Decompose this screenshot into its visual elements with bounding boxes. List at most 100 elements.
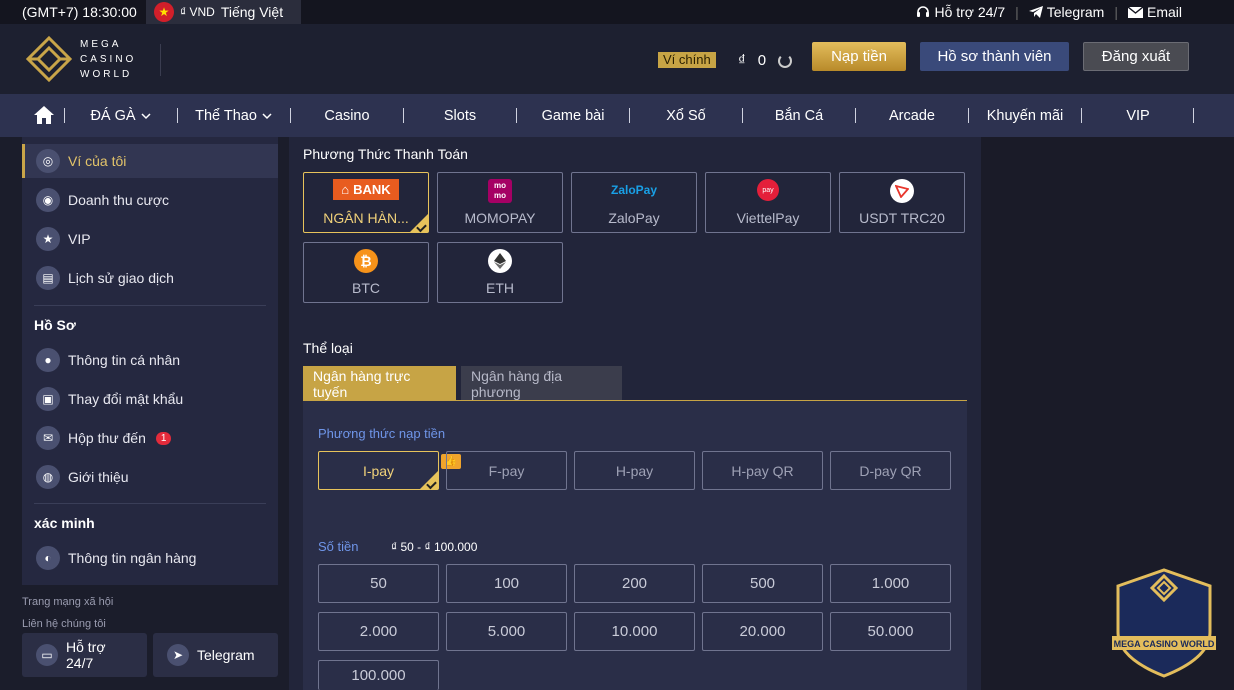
- amount-option[interactable]: 10.000: [574, 612, 695, 651]
- bank-building-icon: ⌂: [341, 182, 350, 197]
- amount-option[interactable]: 50: [318, 564, 439, 603]
- option-d-pay-qr[interactable]: D-pay QR: [830, 451, 951, 490]
- tab-local-banking[interactable]: Ngân hàng địa phương: [461, 366, 622, 401]
- nav-item-khuyen-mai[interactable]: Khuyến mãi: [980, 94, 1070, 137]
- sidebar-item-bank-info[interactable]: ◐ Thông tin ngân hàng: [22, 541, 278, 575]
- amount-option[interactable]: 2.000: [318, 612, 439, 651]
- logo-line: WORLD: [80, 68, 133, 80]
- amount-option[interactable]: 500: [702, 564, 823, 603]
- sidebar-item-vip[interactable]: ★ VIP: [22, 222, 278, 256]
- divider: [855, 108, 856, 123]
- mail-icon: ✉: [36, 426, 60, 450]
- amount-option[interactable]: 200: [574, 564, 695, 603]
- divider: [968, 108, 969, 123]
- main-nav: ĐÁ GÀ Thể Thao Casino Slots Game bài Xổ …: [0, 94, 1234, 137]
- amount-option[interactable]: 20.000: [702, 612, 823, 651]
- sidebar-label: Thông tin ngân hàng: [68, 550, 197, 566]
- main-wallet-tag: Ví chính: [658, 52, 716, 68]
- chat-icon: ▭: [36, 644, 58, 666]
- nav-item-xo-so[interactable]: Xổ Số: [643, 94, 729, 137]
- nav-item-ban-ca[interactable]: Bắn Cá: [756, 94, 842, 137]
- bank-logo: ⌂ BANK: [304, 179, 428, 200]
- support-link[interactable]: Hỗ trợ 24/7: [916, 4, 1005, 20]
- tab-online-banking[interactable]: Ngân hàng trực tuyến: [303, 366, 456, 401]
- option-f-pay[interactable]: F-pay: [446, 451, 567, 490]
- verify-section-title: xác minh: [34, 515, 95, 531]
- amount-option[interactable]: 50.000: [830, 612, 951, 651]
- payment-method-btc[interactable]: ₿ BTC: [303, 242, 429, 303]
- refresh-icon[interactable]: [778, 53, 793, 68]
- option-label: I-pay: [362, 462, 395, 479]
- bitcoin-icon: ₿: [354, 249, 378, 273]
- language-selector[interactable]: ★ ₫ VND Tiếng Việt: [146, 0, 302, 24]
- viettelpay-logo: pay: [706, 179, 830, 201]
- bank-card-icon: ◐: [36, 546, 60, 570]
- payment-method-viettelpay[interactable]: pay ViettelPay: [705, 172, 831, 233]
- divider: [516, 108, 517, 123]
- clock: (GMT+7) 18:30:00: [22, 4, 137, 20]
- nav-label: Thể Thao: [195, 107, 257, 124]
- nav-item-game-bai[interactable]: Game bài: [530, 94, 616, 137]
- nav-item-vip[interactable]: VIP: [1095, 94, 1181, 137]
- nav-item-the-thao[interactable]: Thể Thao: [191, 94, 277, 137]
- payment-method-usdt[interactable]: USDT TRC20: [839, 172, 965, 233]
- sidebar-item-turnover[interactable]: ◉ Doanh thu cược: [22, 183, 278, 217]
- support-button[interactable]: ▭ Hỗ trợ 24/7: [22, 633, 147, 677]
- contact-us-label: Liên hệ chúng tôi: [22, 618, 106, 630]
- sidebar-item-wallet[interactable]: ◎ Ví của tôi: [22, 144, 278, 178]
- option-i-pay[interactable]: I-pay: [318, 451, 439, 490]
- payment-method-label: USDT TRC20: [859, 210, 945, 226]
- momo-icon: mo mo: [488, 179, 512, 203]
- divider: [629, 108, 630, 123]
- divider: |: [1015, 4, 1019, 20]
- zalopay-icon: ZaloPay: [610, 183, 658, 197]
- sidebar-item-inbox[interactable]: ✉ Hộp thư đến 1: [22, 421, 278, 455]
- users-icon: ◍: [36, 465, 60, 489]
- sidebar-item-personal-info[interactable]: ● Thông tin cá nhân: [22, 343, 278, 377]
- amount-option[interactable]: 100.000: [318, 660, 439, 690]
- amount-option[interactable]: 100: [446, 564, 567, 603]
- home-icon[interactable]: [34, 106, 54, 124]
- amount-option[interactable]: 5.000: [446, 612, 567, 651]
- option-h-pay-qr[interactable]: H-pay QR: [702, 451, 823, 490]
- payment-method-label: ZaloPay: [608, 210, 660, 226]
- vietnam-flag-icon: ★: [154, 2, 174, 22]
- divider: [1193, 108, 1194, 123]
- nav-label: ĐÁ GÀ: [90, 107, 136, 124]
- payment-method-eth[interactable]: ETH: [437, 242, 563, 303]
- nav-item-arcade[interactable]: Arcade: [869, 94, 955, 137]
- tron-icon: [890, 179, 914, 203]
- deposit-button[interactable]: Nạp tiền: [812, 42, 906, 71]
- viettelpay-icon: pay: [757, 179, 779, 201]
- sidebar-item-history[interactable]: ▤ Lịch sử giao dịch: [22, 261, 278, 295]
- payment-method-momopay[interactable]: mo mo MOMOPAY: [437, 172, 563, 233]
- ethereum-diamond-icon: [494, 253, 506, 269]
- envelope-icon: [1127, 6, 1143, 18]
- nav-item-slots[interactable]: Slots: [417, 94, 503, 137]
- telegram-link[interactable]: Telegram: [1028, 4, 1104, 20]
- logo[interactable]: MEGA CASINO WORLD: [26, 36, 136, 82]
- option-h-pay[interactable]: H-pay: [574, 451, 695, 490]
- sidebar-item-change-password[interactable]: ▣ Thay đổi mật khẩu: [22, 382, 278, 416]
- logout-button[interactable]: Đăng xuất: [1083, 42, 1189, 71]
- divider: [160, 44, 161, 76]
- nav-item-da-ga[interactable]: ĐÁ GÀ: [78, 94, 164, 137]
- payment-method-zalopay[interactable]: ZaloPay ZaloPay: [571, 172, 697, 233]
- payment-method-label: BTC: [352, 280, 380, 296]
- ethereum-icon: [488, 249, 512, 273]
- document-icon: ▤: [36, 266, 60, 290]
- selected-check-icon: [410, 214, 428, 232]
- nav-item-casino[interactable]: Casino: [304, 94, 390, 137]
- amount-range: ₫ 50 - ₫ 100.000: [391, 540, 478, 554]
- email-link[interactable]: Email: [1127, 4, 1182, 20]
- payment-method-label: MOMOPAY: [464, 210, 536, 226]
- sidebar-label: Lịch sử giao dịch: [68, 270, 174, 286]
- amount-option[interactable]: 1.000: [830, 564, 951, 603]
- sidebar-item-referral[interactable]: ◍ Giới thiệu: [22, 460, 278, 494]
- logo-text: MEGA CASINO WORLD: [80, 37, 136, 82]
- telegram-button[interactable]: ➤ Telegram: [153, 633, 278, 677]
- logo-line: MEGA: [80, 38, 122, 50]
- payment-method-bank[interactable]: ⌂ BANK NGÂN HÀN...: [303, 172, 429, 233]
- divider: [403, 108, 404, 123]
- member-profile-button[interactable]: Hồ sơ thành viên: [920, 42, 1069, 71]
